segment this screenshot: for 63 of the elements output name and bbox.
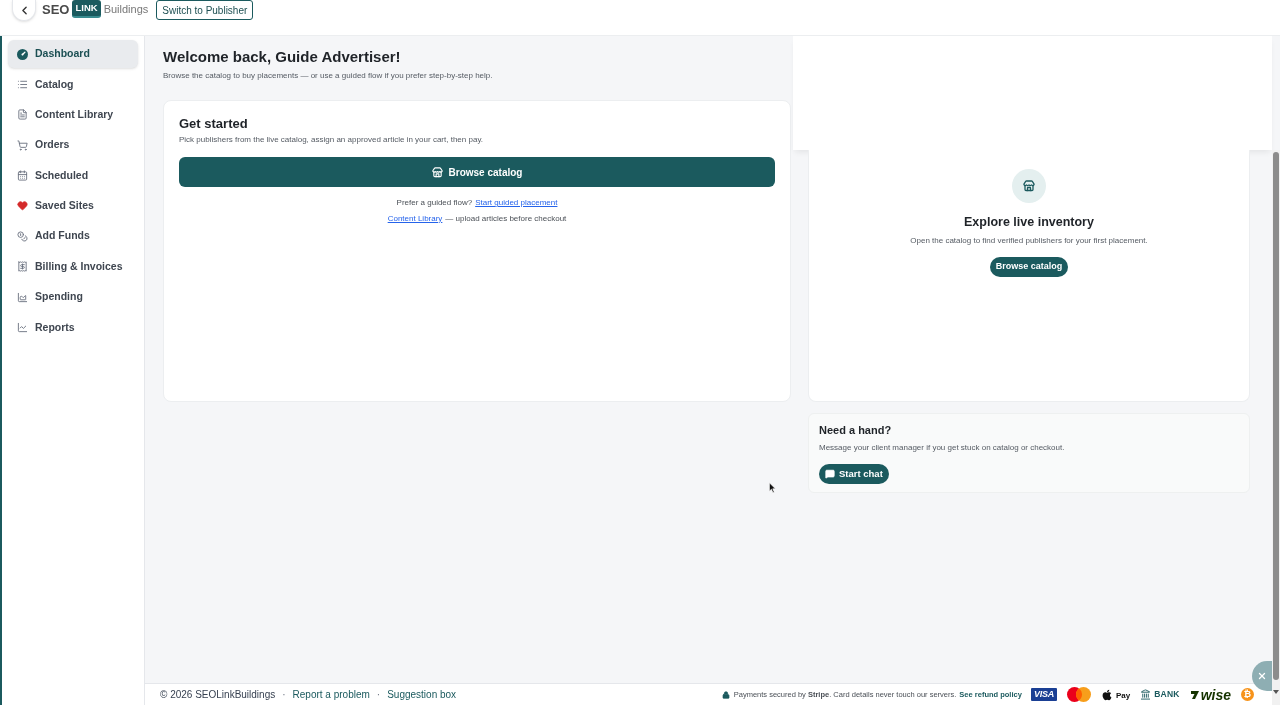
cart-icon [17,139,28,151]
scrollbar-thumb[interactable] [1273,152,1279,680]
page-title: Welcome back, Guide Advertiser! [163,47,402,67]
sidebar-item[interactable]: Billing & Invoices [8,252,138,281]
dot-separator: · [375,688,382,701]
library-note-text: — upload articles before checkout [445,214,567,224]
heart-icon [17,200,28,212]
flag-arrow-icon [1189,689,1200,700]
logo-text: SEO [42,2,70,16]
store-icon [431,166,443,178]
close-icon [1257,671,1267,681]
bitcoin-badge: ₿ [1241,688,1254,701]
lock-icon [721,690,730,699]
list-icon [17,78,28,90]
sidebar-item[interactable]: Spending [8,283,138,312]
coins-icon [17,230,28,242]
card-description: Message your client manager if you get stuck on catalog or checkout. [819,443,1065,453]
copyright-text: © 2026 SEOLinkBuildings [160,688,276,701]
card-title: Explore live inventory [964,215,1094,229]
dot-separator: · [281,688,287,701]
browse-catalog-button[interactable]: Browse catalog [179,157,775,187]
bank-icon [1140,689,1152,700]
card-title: Get started [179,116,249,132]
document-icon [17,109,28,121]
mouse-pointer-icon [769,482,777,494]
card-description: Open the catalog to find verified publishers for your first placement. [910,236,1148,246]
back-button[interactable] [12,0,36,21]
receipt-icon [17,261,28,273]
sidebar-item[interactable]: Scheduled [8,161,138,190]
sidebar-item[interactable]: Add Funds [8,222,138,251]
page-subtitle: Browse the catalog to buy placements — or use a guided flow if you prefer step-by-step help. [163,71,494,81]
sidebar-item[interactable]: Saved Sites [8,191,138,220]
chat-icon [825,469,835,479]
browse-catalog-button[interactable]: Browse catalog [989,257,1069,277]
card-description: Pick publishers from the live catalog, assign an approved article in your cart, then pay. [179,135,484,145]
pay-label: Pay [1116,690,1131,701]
bank-label: BANK [1154,688,1180,701]
apple-icon [1101,688,1113,701]
sidebar-item[interactable]: Reports [8,313,138,342]
area-chart-icon [17,291,28,303]
logo-text: Buildings [103,3,149,15]
footer-link[interactable]: Suggestion box [387,688,457,701]
line-chart-icon [17,322,28,333]
card-title: Need a hand? [819,423,892,437]
sidebar-item[interactable]: Catalog [8,70,138,99]
wise-wordmark: wise [1200,687,1231,702]
gauge-icon [17,48,28,60]
store-icon [1012,169,1046,203]
calendar-icon [17,170,28,182]
footer-link[interactable]: Report a problem [292,688,370,701]
sidebar-item[interactable]: Orders [8,131,138,160]
sidebar-item[interactable]: Dashboard [8,40,138,68]
overlapping-circles-icon [1067,687,1091,702]
scrollbar[interactable] [1272,150,1280,705]
guided-prompt-text: Prefer a guided flow? [396,198,473,208]
switch-publisher-button[interactable]: Switch to Publisher [156,0,254,20]
scroll-down-arrow-icon[interactable] [1273,690,1279,694]
start-chat-button[interactable]: Start chat [819,464,889,484]
guided-placement-link[interactable]: Start guided placement [475,198,558,208]
content-library-link[interactable]: Content Library [387,214,443,224]
visa-card-logo: VISA [1030,688,1057,701]
logo-badge: LINK [72,0,101,18]
sidebar-item[interactable]: Content Library [8,100,138,129]
